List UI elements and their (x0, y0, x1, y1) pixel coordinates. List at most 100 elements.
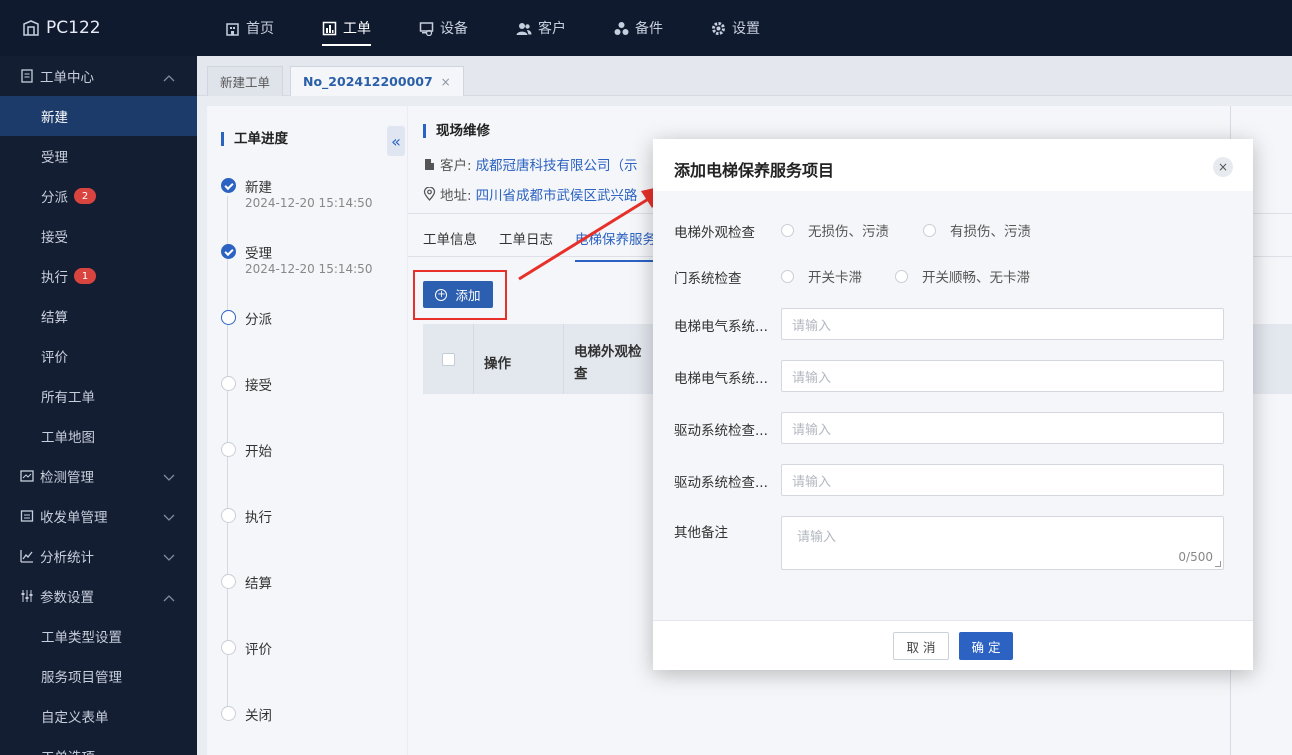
step-label: 评价 (245, 642, 272, 658)
chevron-down-icon (163, 550, 175, 566)
radio-circle (781, 223, 794, 237)
radio-label: 有损伤、污渍 (950, 224, 1031, 240)
tab-workorder-log[interactable]: 工单日志 (499, 228, 553, 248)
confirm-button[interactable]: 确 定 (959, 632, 1013, 660)
sidebar-group-workorder[interactable]: 工单中心 (0, 56, 197, 96)
sidebar-item-label: 执行 (41, 270, 68, 286)
top-navbar: PC122 首页 工单 设备 客户 备件 设置 (0, 0, 1292, 56)
progress-panel: 工单进度 新建 2024-12-20 15:14:50 受理 2024-12-2… (207, 106, 407, 755)
drive-1-input[interactable]: 请输入 (781, 412, 1224, 444)
customer-line: 客户: 成都冠唐科技有限公司（示 (423, 154, 638, 174)
sidebar-item-label: 服务项目管理 (41, 670, 122, 686)
sidebar-item-settle[interactable]: 结算 (0, 296, 197, 336)
sidebar-group-detect[interactable]: 检测管理 (0, 456, 197, 496)
field-label-electrical-2: 电梯电气系统... (674, 371, 768, 387)
address-link[interactable]: 四川省成都市武侯区武兴路 (476, 184, 638, 204)
remarks-textarea[interactable]: 请输入 0/500 (781, 516, 1224, 570)
customer-link[interactable]: 成都冠唐科技有限公司（示 (476, 154, 638, 174)
sidebar-item-service-mgmt[interactable]: 服务项目管理 (0, 656, 197, 696)
building-icon (423, 158, 436, 171)
tab-new-workorder[interactable]: 新建工单 (207, 66, 284, 96)
chevron-up-icon (163, 70, 175, 86)
sidebar-item-label: 所有工单 (41, 390, 95, 406)
char-counter: 0/500 (1178, 550, 1213, 564)
sidebar-item-new[interactable]: 新建 (0, 96, 197, 136)
sidebar-group-stats[interactable]: 分析统计 (0, 536, 197, 576)
nav-home[interactable]: 首页 (197, 0, 294, 56)
nav-customer[interactable]: 客户 (488, 0, 586, 56)
sidebar-group-receipt[interactable]: 收发单管理 (0, 496, 197, 536)
sidebar-item-options[interactable]: 工单选项 (0, 736, 197, 755)
column-header-appearance: 电梯外观检 查 (574, 344, 642, 382)
sliders-icon (20, 589, 34, 603)
electrical-2-input[interactable]: 请输入 (781, 360, 1224, 392)
step-time: 2024-12-20 15:14:50 (245, 262, 373, 276)
radio-label: 无损伤、污渍 (808, 224, 889, 240)
field-label-electrical-1: 电梯电气系统... (674, 319, 768, 335)
nav-label: 设备 (440, 21, 468, 37)
nav-device[interactable]: 设备 (391, 0, 488, 56)
sidebar-group-label: 分析统计 (40, 550, 94, 566)
step-label: 接受 (245, 378, 272, 394)
tab-elevator-service[interactable]: 电梯保养服务 (575, 228, 656, 262)
users-icon (516, 21, 532, 36)
address-line: 地址: 四川省成都市武侯区武兴路 (423, 184, 638, 204)
sidebar-item-all[interactable]: 所有工单 (0, 376, 197, 416)
sidebar-group-params[interactable]: 参数设置 (0, 576, 197, 616)
sidebar-item-type-settings[interactable]: 工单类型设置 (0, 616, 197, 656)
drive-2-input[interactable]: 请输入 (781, 464, 1224, 496)
progress-title: 工单进度 (221, 132, 288, 146)
select-all-checkbox[interactable] (442, 353, 455, 366)
workorder-type-title: 现场维修 (423, 124, 490, 138)
close-icon[interactable]: × (441, 75, 451, 89)
sidebar-item-evaluate[interactable]: 评价 (0, 336, 197, 376)
sidebar-item-label: 工单选项 (41, 746, 95, 755)
modal-title: 添加电梯保养服务项目 (674, 161, 835, 180)
tab-workorder-detail[interactable]: No_202412200007 × (290, 66, 464, 96)
step-label: 新建 (245, 180, 272, 196)
nav-settings[interactable]: 设置 (683, 0, 780, 56)
count-badge: 1 (74, 268, 96, 284)
sidebar-item-execute[interactable]: 执行 1 (0, 256, 197, 296)
radio-circle (781, 269, 794, 283)
step-label: 关闭 (245, 708, 272, 724)
sidebar-item-label: 自定义表单 (41, 710, 109, 726)
collapse-button[interactable]: « (387, 126, 405, 156)
sidebar-item-receive[interactable]: 接受 (0, 216, 197, 256)
step-dot (221, 508, 236, 523)
step-label: 结算 (245, 576, 272, 592)
electrical-1-input[interactable]: 请输入 (781, 308, 1224, 340)
cancel-button[interactable]: 取 消 (893, 632, 949, 660)
nav-parts[interactable]: 备件 (586, 0, 683, 56)
resize-handle[interactable] (1215, 561, 1221, 567)
step-time: 2024-12-20 15:14:50 (245, 196, 373, 210)
sidebar-item-map[interactable]: 工单地图 (0, 416, 197, 456)
radio-label: 开关顺畅、无卡滞 (922, 270, 1030, 286)
radio-circle (923, 223, 936, 237)
sidebar-item-label: 工单地图 (41, 430, 95, 446)
sidebar-group-label: 参数设置 (40, 590, 94, 606)
nav-workorder[interactable]: 工单 (294, 0, 391, 56)
field-label-appearance: 电梯外观检查 (674, 225, 755, 241)
radio-has-damage[interactable]: 有损伤、污渍 (923, 220, 1031, 240)
sidebar-group-label: 工单中心 (40, 70, 94, 86)
sidebar-item-label: 分派 (41, 190, 68, 206)
radio-circle (895, 269, 908, 283)
sidebar-item-label: 评价 (41, 350, 68, 366)
radio-no-damage[interactable]: 无损伤、污渍 (781, 220, 889, 240)
step-dot (221, 574, 236, 589)
app-logo[interactable]: PC122 (0, 18, 197, 38)
sidebar-item-accept[interactable]: 受理 (0, 136, 197, 176)
sidebar-item-label: 工单类型设置 (41, 630, 122, 646)
field-label-remarks: 其他备注 (674, 525, 728, 541)
radio-door-smooth[interactable]: 开关顺畅、无卡滞 (895, 266, 1030, 286)
sidebar-item-custom-form[interactable]: 自定义表单 (0, 696, 197, 736)
chevron-down-icon (163, 510, 175, 526)
close-icon[interactable]: × (1213, 157, 1233, 177)
radio-door-stuck[interactable]: 开关卡滞 (781, 266, 862, 286)
column-divider (563, 324, 564, 394)
tab-workorder-info[interactable]: 工单信息 (423, 228, 477, 248)
chart-icon (322, 21, 337, 36)
chevron-up-icon (163, 590, 175, 606)
sidebar-item-dispatch[interactable]: 分派 2 (0, 176, 197, 216)
